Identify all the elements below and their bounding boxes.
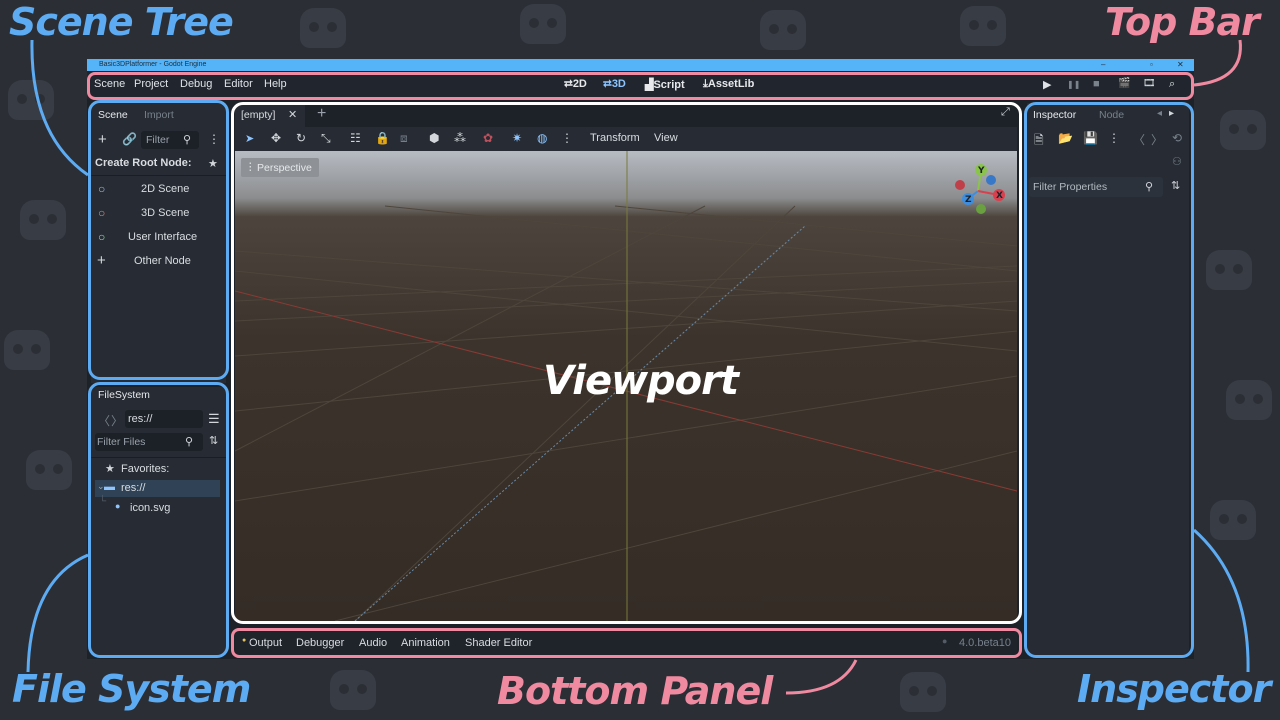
window-titlebar: Basic3DPlatformer - Godot Engine – ▫ ✕ bbox=[87, 59, 1194, 71]
godot-logo-icon bbox=[1220, 110, 1266, 150]
godot-logo-icon bbox=[300, 8, 346, 48]
godot-logo-icon bbox=[760, 10, 806, 50]
godot-logo-icon bbox=[1226, 380, 1272, 420]
godot-logo-icon bbox=[26, 450, 72, 490]
inspector-highlight bbox=[1024, 102, 1194, 658]
bottom-panel-callout: Bottom Panel bbox=[497, 669, 773, 713]
godot-logo-icon bbox=[520, 4, 566, 44]
godot-logo-icon bbox=[20, 200, 66, 240]
file-system-highlight bbox=[88, 382, 229, 658]
godot-logo-icon bbox=[330, 670, 376, 710]
viewport-callout: Viewport bbox=[543, 358, 739, 404]
godot-logo-icon bbox=[960, 6, 1006, 46]
godot-logo-icon bbox=[4, 330, 50, 370]
window-title: Basic3DPlatformer - Godot Engine bbox=[99, 61, 207, 68]
top-bar-callout: Top Bar bbox=[1105, 0, 1260, 44]
godot-logo-icon bbox=[1210, 500, 1256, 540]
godot-logo-icon bbox=[900, 672, 946, 712]
scene-tree-highlight bbox=[88, 100, 229, 380]
godot-logo-icon bbox=[8, 80, 54, 120]
maximize-button[interactable]: ▫ bbox=[1150, 59, 1153, 71]
minimize-button[interactable]: – bbox=[1101, 59, 1105, 71]
inspector-callout: Inspector bbox=[1077, 667, 1271, 711]
top-bar-highlight bbox=[87, 72, 1194, 100]
godot-logo-icon bbox=[1206, 250, 1252, 290]
file-system-callout: File System bbox=[12, 667, 251, 711]
close-window-button[interactable]: ✕ bbox=[1177, 59, 1184, 71]
bottom-panel-highlight bbox=[231, 628, 1022, 658]
scene-tree-callout: Scene Tree bbox=[9, 0, 234, 44]
